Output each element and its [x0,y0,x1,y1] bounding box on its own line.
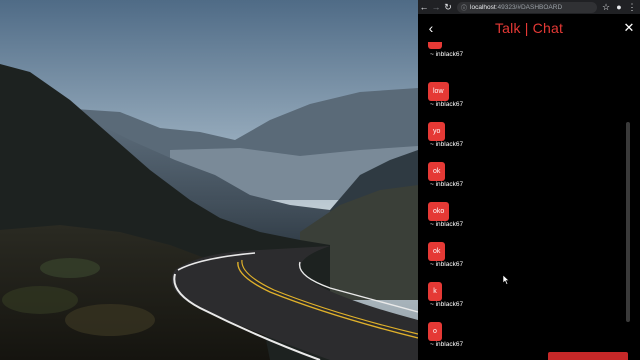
chat-header: ‹ Talk | Chat ✕ [418,14,640,42]
message-item: ok ~ inblack67 [428,240,463,268]
message-author: ~ inblack67 [430,101,464,108]
address-bar[interactable]: ⓘ localhost:49323/#DASHBOARD [457,1,597,13]
message-list[interactable]: ~ inblack67 low ~ inblack67 yo ~ inblack67 ok… [418,42,628,360]
message-author: ~ inblack67 [430,141,464,148]
url-path: :49323/#DASHBOARD [495,3,563,11]
menu-kebab-icon[interactable]: ⋮ [626,1,638,13]
message-bubble[interactable]: low [428,82,449,101]
message-item: k ~ inblack67 [428,280,463,308]
message-author: ~ inblack67 [430,341,464,348]
message-author: ~ inblack67 [430,51,464,58]
message-item: o ~ inblack67 [428,320,463,348]
message-item: ~ inblack67 [428,42,463,58]
message-author: ~ inblack67 [430,301,464,308]
scrollbar[interactable] [625,42,633,360]
info-icon[interactable]: ⓘ [461,3,467,12]
message-author: ~ inblack67 [430,181,464,188]
message-bubble[interactable]: ok [428,162,446,181]
forward-arrow-icon[interactable]: → [430,1,442,13]
browser-window: ← → ↻ ⓘ localhost:49323/#DASHBOARD ☆ ● ⋮… [418,0,640,360]
message-bubble[interactable]: yo [428,122,446,141]
bookmark-star-icon[interactable]: ☆ [600,1,612,13]
message-author: ~ inblack67 [430,261,464,268]
mouse-cursor-icon [503,275,510,285]
message-bubble[interactable]: oko [428,202,450,221]
message-author: ~ inblack67 [430,221,464,228]
arrow-left-icon[interactable]: ‹ [424,20,438,36]
browser-toolbar: ← → ↻ ⓘ localhost:49323/#DASHBOARD ☆ ● ⋮ [418,0,640,14]
url-host: localhost [470,3,496,11]
landscape-image [0,0,418,360]
message-bubble[interactable]: k [428,282,442,301]
message-item: yo ~ inblack67 [428,120,463,148]
message-item: low ~ inblack67 [428,80,463,108]
message-item: oko ~ inblack67 [428,200,463,228]
screen: ← → ↻ ⓘ localhost:49323/#DASHBOARD ☆ ● ⋮… [0,0,640,360]
message-bubble[interactable]: ok [428,242,446,261]
desktop-wallpaper [0,0,418,360]
page-title: Talk | Chat [494,20,564,36]
scrollbar-thumb[interactable] [626,122,630,322]
message-bubble[interactable]: o [428,322,442,341]
back-arrow-icon[interactable]: ← [418,1,430,13]
message-bubble[interactable] [428,42,442,49]
profile-icon[interactable]: ● [613,1,625,13]
close-icon[interactable]: ✕ [622,20,636,36]
send-button[interactable] [548,352,628,360]
message-item: ok ~ inblack67 [428,160,463,188]
reload-icon[interactable]: ↻ [442,1,454,13]
